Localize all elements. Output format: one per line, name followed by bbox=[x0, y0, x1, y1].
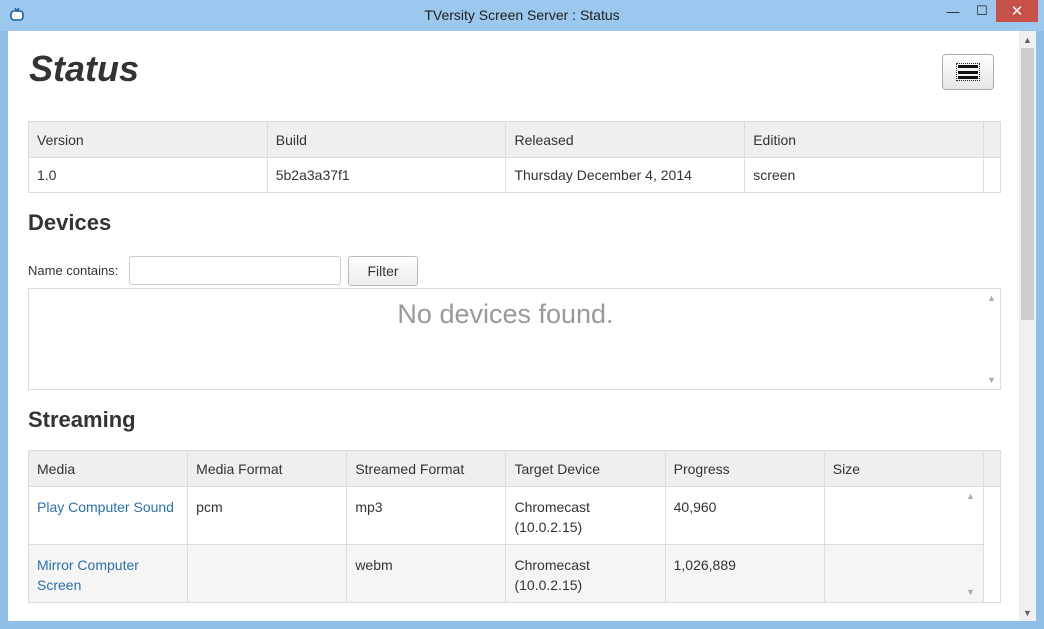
page-title: Status bbox=[29, 48, 140, 89]
filter-label: Name contains: bbox=[28, 263, 119, 278]
size-cell bbox=[824, 486, 984, 545]
version-table: Version Build Released Edition 1.0 5b2a3… bbox=[28, 121, 1002, 193]
column-header: Media Format bbox=[187, 450, 348, 487]
page-content: Status Version Build Released Edition 1.… bbox=[8, 31, 1019, 621]
column-header: Edition bbox=[744, 121, 984, 158]
row-spacer bbox=[983, 544, 1001, 603]
minimize-button[interactable]: — bbox=[938, 0, 968, 22]
media-cell: Play Computer Sound bbox=[28, 486, 189, 545]
maximize-button[interactable]: ☐ bbox=[968, 0, 996, 22]
media-link[interactable]: Play Computer Sound bbox=[37, 499, 174, 515]
streaming-table-header: Media Media Format Streamed Format Targe… bbox=[28, 450, 1001, 487]
column-header: Version bbox=[28, 121, 268, 158]
header-spacer bbox=[983, 450, 1001, 487]
scroll-up-icon[interactable]: ▲ bbox=[983, 291, 1000, 305]
streaming-scrollbar[interactable]: ▲ ▼ bbox=[962, 487, 979, 601]
close-button[interactable]: ✕ bbox=[996, 0, 1038, 22]
scroll-down-icon[interactable]: ▼ bbox=[1019, 604, 1036, 621]
scrollbar-thumb[interactable] bbox=[1021, 48, 1034, 320]
row-spacer bbox=[983, 486, 1001, 545]
menu-button[interactable] bbox=[942, 54, 994, 90]
build-value: 5b2a3a37f1 bbox=[267, 157, 507, 193]
scroll-up-icon[interactable]: ▲ bbox=[962, 489, 979, 503]
column-header: Streamed Format bbox=[346, 450, 507, 487]
window-title: TVersity Screen Server : Status bbox=[424, 7, 620, 23]
filter-button[interactable]: Filter bbox=[348, 256, 418, 286]
column-header: Build bbox=[267, 121, 507, 158]
target-device-cell: Chromecast (10.0.2.15) bbox=[505, 486, 666, 545]
table-row: Mirror Computer Screen webm Chromecast (… bbox=[28, 544, 1001, 603]
streaming-heading: Streaming bbox=[28, 407, 136, 432]
table-row: Play Computer Sound pcm mp3 Chromecast (… bbox=[28, 486, 1001, 545]
column-header: Media bbox=[28, 450, 189, 487]
window-titlebar: TVersity Screen Server : Status — ☐ ✕ bbox=[0, 0, 1044, 31]
scroll-down-icon[interactable]: ▼ bbox=[962, 585, 979, 599]
column-header: Released bbox=[505, 121, 746, 158]
table-row: 1.0 5b2a3a37f1 Thursday December 4, 2014… bbox=[28, 157, 1002, 193]
streamed-format-cell: webm bbox=[346, 544, 507, 603]
devices-scrollbar[interactable]: ▲ ▼ bbox=[983, 289, 1000, 389]
media-format-cell bbox=[187, 544, 348, 603]
progress-cell: 1,026,889 bbox=[665, 544, 825, 603]
media-link[interactable]: Mirror Computer Screen bbox=[37, 557, 139, 593]
edition-value: screen bbox=[744, 157, 984, 193]
progress-cell: 40,960 bbox=[665, 486, 825, 545]
hamburger-menu-icon bbox=[956, 63, 980, 81]
scroll-down-icon[interactable]: ▼ bbox=[983, 373, 1000, 387]
released-value: Thursday December 4, 2014 bbox=[505, 157, 746, 193]
column-header: Target Device bbox=[505, 450, 666, 487]
column-header: Progress bbox=[665, 450, 825, 487]
no-devices-message: No devices found. bbox=[397, 299, 614, 329]
media-format-cell: pcm bbox=[187, 486, 348, 545]
media-cell: Mirror Computer Screen bbox=[28, 544, 189, 603]
target-device-cell: Chromecast (10.0.2.15) bbox=[505, 544, 666, 603]
devices-list: No devices found. ▲ ▼ bbox=[28, 288, 1001, 390]
devices-heading: Devices bbox=[28, 210, 112, 235]
size-cell bbox=[824, 544, 984, 603]
version-table-header: Version Build Released Edition bbox=[28, 121, 1002, 158]
version-value: 1.0 bbox=[28, 157, 268, 193]
header-spacer bbox=[983, 121, 1002, 158]
streaming-table: Media Media Format Streamed Format Targe… bbox=[28, 450, 1001, 603]
row-spacer bbox=[983, 157, 1002, 193]
device-name-filter-input[interactable] bbox=[129, 256, 341, 285]
streamed-format-cell: mp3 bbox=[346, 486, 507, 545]
column-header: Size bbox=[824, 450, 984, 487]
page-scrollbar[interactable]: ▲ ▼ bbox=[1019, 31, 1036, 621]
scroll-up-icon[interactable]: ▲ bbox=[1019, 31, 1036, 48]
